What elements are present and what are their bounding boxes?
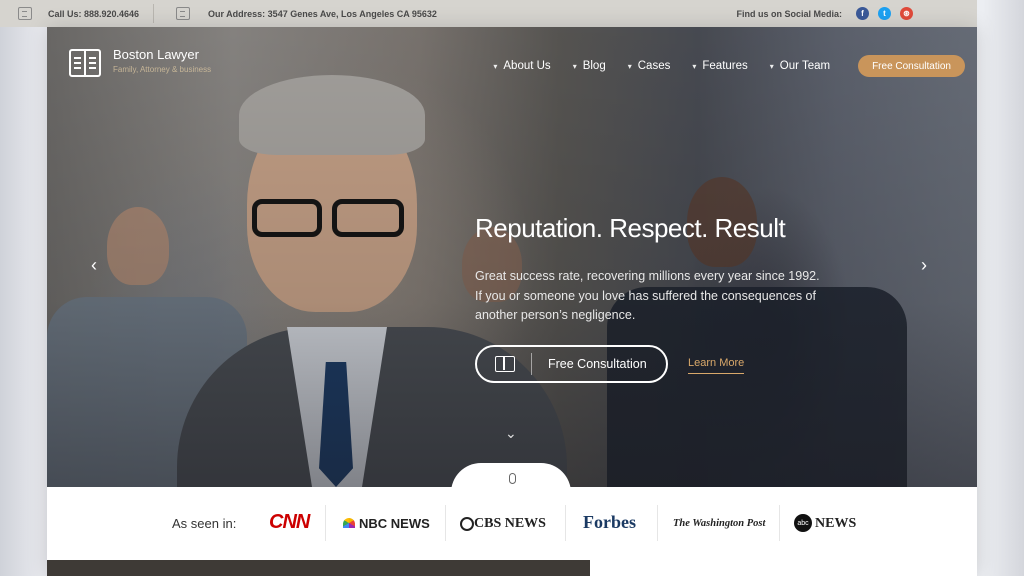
chevron-down-icon: ▾ [692,61,697,71]
map-icon [176,7,190,20]
phone-icon [18,7,32,20]
scroll-down-chevron-icon[interactable]: ⌄ [505,425,517,442]
nav-item-about-us[interactable]: ▾ About Us [493,60,550,72]
next-slide-arrow-icon[interactable]: › [921,255,927,276]
address-text: Our Address: 3547 Genes Ave, Los Angeles… [208,8,437,19]
social-block: Find us on Social Media: f t ⊛ [736,0,913,27]
address-info: Our Address: 3547 Genes Ave, Los Angeles… [176,0,437,27]
cbs-eye-icon [460,517,474,531]
nav-item-cases[interactable]: ▾ Cases [628,60,671,72]
top-info-bar: Call Us: 888.920.4646 Our Address: 3547 … [0,0,977,27]
mouse-icon [509,473,516,484]
twitter-icon[interactable]: t [878,7,891,20]
phone-info[interactable]: Call Us: 888.920.4646 [18,0,139,27]
hero-subtext: Great success rate, recovering millions … [475,269,820,322]
free-consultation-nav-button[interactable]: Free Consultation [858,55,965,77]
nbc-peacock-icon [343,518,355,528]
free-consultation-button[interactable]: Free Consultation [475,345,668,383]
nav-item-blog[interactable]: ▾ Blog [573,60,606,72]
page-frame: Boston Lawyer Family, Attorney & busines… [47,27,977,576]
cnn-logo[interactable]: CNN [269,511,310,534]
divider [153,4,154,23]
abc-logo-icon: abc [794,514,812,532]
divider [565,505,566,541]
prev-slide-arrow-icon[interactable]: ‹ [91,255,97,276]
book-icon [69,49,101,77]
abc-news-logo[interactable]: NEWS [815,516,856,532]
site-logo[interactable]: Boston Lawyer Family, Attorney & busines… [69,47,211,77]
hero-overlay [47,27,977,487]
divider [325,505,326,541]
hero-slider: Boston Lawyer Family, Attorney & busines… [47,27,977,493]
dribbble-icon[interactable]: ⊛ [900,7,913,20]
phone-text: Call Us: 888.920.4646 [48,8,140,19]
divider [779,505,780,541]
cbs-news-logo[interactable]: CBS NEWS [474,516,546,532]
as-seen-in-bar: As seen in: CNN NBC NEWS CBS NEWS Forbes… [47,487,977,560]
divider [445,505,446,541]
chevron-down-icon: ▾ [572,61,577,71]
washington-post-logo[interactable]: The Washington Post [673,518,765,529]
forbes-logo[interactable]: Forbes [583,512,636,533]
nbc-news-logo[interactable]: NBC NEWS [359,516,430,531]
free-consultation-label: Free Consultation [548,357,647,371]
as-seen-in-label: As seen in: [172,516,237,531]
divider [657,505,658,541]
logo-subtitle: Family, Attorney & business [113,65,212,74]
nav-item-our-team[interactable]: ▾ Our Team [770,60,830,72]
book-icon [495,356,515,372]
chevron-down-icon: ▾ [493,61,498,71]
divider [531,353,532,375]
social-label: Find us on Social Media: [736,8,842,19]
learn-more-link[interactable]: Learn More [688,357,745,374]
chevron-down-icon: ▾ [769,61,774,71]
hero-headline: Reputation. Respect. Result [475,213,786,243]
nav-item-features[interactable]: ▾ Features [692,60,747,72]
next-section-preview [47,560,977,576]
main-nav: ▾ About Us ▾ Blog ▾ Cases ▾ Features ▾ Our Te… [493,55,965,77]
chevron-down-icon: ▾ [627,61,632,71]
facebook-icon[interactable]: f [856,7,869,20]
logo-title: Boston Lawyer [113,47,199,62]
